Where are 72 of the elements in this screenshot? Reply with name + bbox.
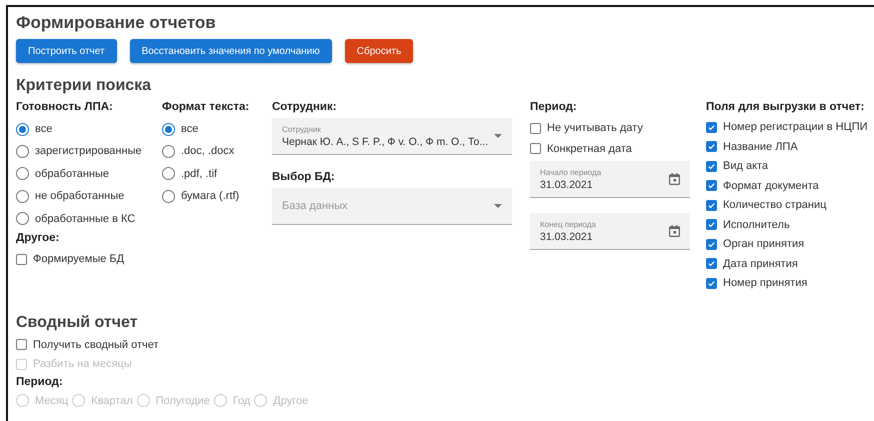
checkbox-option[interactable]: Вид акта [706, 157, 768, 175]
checkbox[interactable] [706, 160, 717, 172]
radio-option[interactable]: все [162, 118, 198, 140]
group-label: Период: [16, 376, 64, 388]
group-label: Готовность ЛПА: [16, 101, 114, 113]
checkbox[interactable] [706, 200, 717, 210]
section-title: Критерии поиска [16, 77, 152, 95]
radio-circle[interactable] [16, 167, 29, 180]
calendar-icon[interactable] [669, 173, 680, 185]
checkbox-option[interactable]: Формат документа [706, 176, 819, 194]
radio-circle[interactable] [162, 167, 175, 180]
group-label: Другое: [16, 232, 60, 244]
radio-option[interactable]: не обработанные [16, 185, 124, 207]
checkbox-option[interactable]: Не учитывать дату [530, 118, 643, 138]
field-label: Сотрудник [282, 124, 322, 134]
date-field[interactable]: Начало периода 31.03.2021 [530, 161, 690, 198]
group-label: Период: [530, 101, 578, 113]
field-label: Начало периода [540, 168, 602, 176]
radio-option[interactable]: .pdf, .tif [162, 162, 218, 184]
checkbox[interactable] [706, 122, 717, 132]
field-value: Чернак Ю. А., S F. P., Ф v. O., Ф m. O., То... [282, 136, 488, 148]
checkbox[interactable] [530, 122, 541, 134]
field-placeholder: База данных [282, 200, 349, 212]
radio-option[interactable]: .doc, .docx [162, 140, 234, 162]
checkbox[interactable] [530, 143, 541, 154]
date-field[interactable]: Конец периода 31.03.2021 [530, 213, 690, 250]
radio-circle[interactable] [16, 122, 29, 136]
radio-option[interactable]: обработанные в КС [16, 208, 136, 230]
checkbox-option[interactable]: Дата принятия [706, 254, 798, 272]
checkbox-option[interactable]: Номер принятия [706, 274, 808, 292]
checkbox-option[interactable]: Исполнитель [706, 216, 790, 234]
field-label: Конец периода [540, 220, 597, 228]
checkbox-option[interactable]: Получить сводный отчет [16, 336, 159, 354]
radio-circle[interactable] [16, 144, 29, 158]
action-button[interactable]: Сбросить [344, 39, 414, 63]
checkbox[interactable] [706, 238, 717, 250]
group-label: Выбор БД: [272, 171, 336, 183]
section-title: Сводный отчет [16, 314, 139, 332]
checkbox[interactable] [16, 339, 27, 350]
radio-circle[interactable] [162, 144, 175, 158]
radio-option[interactable]: бумага (.rtf) [162, 185, 240, 207]
checkbox[interactable] [706, 219, 717, 230]
checkbox[interactable] [16, 254, 27, 264]
checkbox-option[interactable]: Орган принятия [706, 235, 804, 253]
radio-circle[interactable] [162, 190, 175, 202]
checkbox-option[interactable]: Формируемые БД [16, 249, 124, 269]
checkbox-option[interactable]: Название ЛПА [706, 138, 798, 156]
checkbox[interactable] [706, 278, 717, 288]
checkbox-option[interactable]: Конкретная дата [530, 138, 632, 158]
radio-option[interactable]: все [16, 118, 52, 140]
caret-icon[interactable] [494, 134, 502, 138]
checkbox[interactable] [706, 141, 717, 152]
checkbox[interactable] [706, 180, 717, 191]
radio-circle[interactable] [16, 212, 29, 225]
action-button[interactable]: Восстановить значения по умолчанию [130, 39, 332, 63]
field-value: 31.03.2021 [540, 178, 594, 190]
select-field[interactable]: Сотрудник Чернак Ю. А., S F. P., Ф v. O., Ф m. O., То... [272, 118, 512, 155]
caret-icon[interactable] [494, 204, 502, 208]
checkbox[interactable] [706, 258, 717, 269]
radio-option[interactable]: зарегистрированные [16, 140, 142, 162]
checkbox-option[interactable]: Количество страниц [706, 196, 826, 214]
checkbox-option[interactable]: Номер регистрации в НЦПИ [706, 118, 868, 136]
group-label: Поля для выгрузки в отчет: [706, 101, 866, 113]
group-label: Формат текста: [162, 101, 250, 113]
radio-option[interactable]: обработанные [16, 162, 110, 184]
action-button[interactable]: Построить отчет [16, 39, 117, 63]
field-value: 31.03.2021 [540, 230, 594, 242]
calendar-icon[interactable] [669, 225, 680, 237]
group-label: Сотрудник: [272, 101, 338, 113]
radio-circle[interactable] [162, 122, 175, 136]
radio-circle[interactable] [16, 190, 29, 202]
page-title: Формирование отчетов [16, 13, 217, 33]
